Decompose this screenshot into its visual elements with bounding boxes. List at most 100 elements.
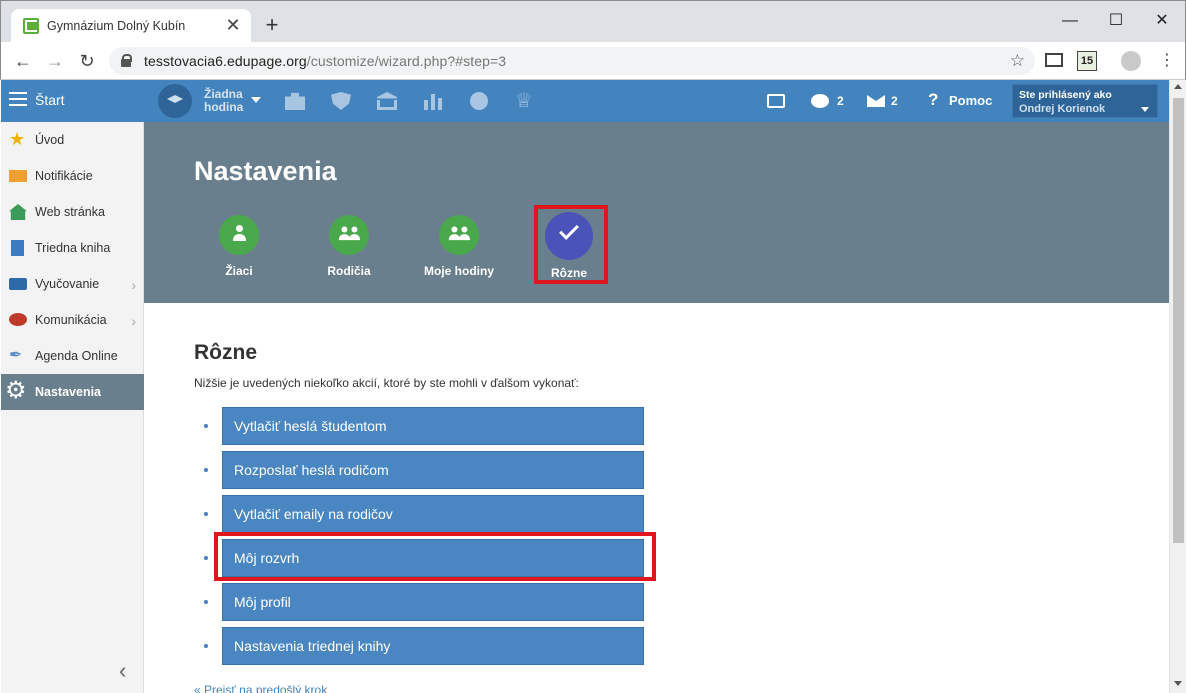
new-tab-button[interactable]: + xyxy=(261,14,283,36)
sidebar-item-label: Vyučovanie xyxy=(35,277,100,291)
house-icon xyxy=(9,204,27,220)
page-scrollbar[interactable] xyxy=(1169,80,1186,693)
lesson-label: Žiadna hodina xyxy=(204,88,243,114)
open-book-icon xyxy=(9,278,27,290)
browser-tab-bar: Gymnázium Dolný Kubín ✕ + — ☐ ✕ xyxy=(0,0,1186,43)
mail-icon xyxy=(9,170,27,182)
url-path: /customize/wizard.php?#step=3 xyxy=(306,53,507,69)
star-icon: ★ xyxy=(9,129,26,149)
sidebar-item-label: Web stránka xyxy=(35,205,105,219)
calendar-extension-icon[interactable]: 15 xyxy=(1077,51,1097,71)
previous-step-link[interactable]: « Prejsť na predošlý krok xyxy=(194,683,327,693)
section-description: Nižšie je uvedených niekoľko akcií, ktor… xyxy=(194,376,579,390)
forward-arrow-icon[interactable]: → xyxy=(43,50,67,72)
print-parent-emails-button[interactable]: Vytlačiť emaily na rodičov xyxy=(222,495,644,533)
step-circle xyxy=(439,215,479,255)
start-label[interactable]: Štart xyxy=(35,92,65,108)
browser-tab[interactable]: Gymnázium Dolný Kubín ✕ xyxy=(11,9,251,43)
step-label: Moje hodiny xyxy=(424,264,494,278)
action-highlight-frame xyxy=(214,532,656,581)
lock-icon[interactable] xyxy=(121,54,132,67)
screen-capture-icon[interactable] xyxy=(1045,53,1063,67)
chevron-down-icon xyxy=(1141,107,1149,112)
url-input[interactable]: tesstovacia6.edupage.org/customize/wizar… xyxy=(109,47,1035,75)
scroll-down-icon[interactable] xyxy=(1174,681,1182,686)
lesson-selector[interactable]: Žiadna hodina xyxy=(156,84,266,118)
sidebar-item-nastavenia[interactable]: ⚙ Nastavenia xyxy=(1,374,144,410)
parents-icon-second xyxy=(348,226,360,245)
help-button[interactable]: ? Pomoc xyxy=(928,91,998,110)
bar-chart-icon[interactable] xyxy=(423,92,443,110)
book-icon xyxy=(11,240,24,256)
reload-icon[interactable]: ↻ xyxy=(75,50,99,72)
user-name: Ondrej Korienok xyxy=(1019,103,1106,115)
mail-count: 2 xyxy=(891,94,898,108)
chat-button[interactable]: 2 xyxy=(811,92,851,110)
sidebar-item-triedna-kniha[interactable]: Triedna kniha xyxy=(1,230,144,266)
graduation-cap-icon xyxy=(158,84,192,118)
ball-icon[interactable] xyxy=(470,92,488,110)
sidebar-item-label: Komunikácia xyxy=(35,313,107,327)
gear-icon: ⚙ xyxy=(5,377,27,404)
bullet xyxy=(204,600,208,604)
browser-menu-icon[interactable]: ⋮ xyxy=(1159,51,1175,71)
shield-icon[interactable] xyxy=(331,92,351,110)
bullet xyxy=(204,424,208,428)
send-parent-passwords-button[interactable]: Rozposlať heslá rodičom xyxy=(222,451,644,489)
url-host: tesstovacia6.edupage.org xyxy=(144,53,307,69)
hamburger-menu-icon[interactable] xyxy=(9,92,29,108)
bullet xyxy=(204,644,208,648)
pen-icon: ✒ xyxy=(9,347,23,364)
step-rodicia[interactable]: Rodičia xyxy=(299,215,399,285)
window-close-icon[interactable]: ✕ xyxy=(1139,7,1185,35)
minimize-icon[interactable]: — xyxy=(1047,7,1093,35)
browser-address-bar: ← → ↻ tesstovacia6.edupage.org/customize… xyxy=(0,42,1186,80)
bookmark-star-icon[interactable]: ☆ xyxy=(1010,51,1025,71)
sidebar-item-agenda-online[interactable]: ✒ Agenda Online xyxy=(1,338,144,374)
step-label: Rodičia xyxy=(327,264,371,278)
sidebar-item-notifikacie[interactable]: Notifikácie xyxy=(1,158,144,194)
profile-avatar-icon[interactable] xyxy=(1121,51,1141,71)
cast-icon[interactable] xyxy=(767,92,789,110)
chevron-right-icon: › xyxy=(131,313,136,329)
list-item: Nastavenia triednej knihy xyxy=(204,627,644,665)
user-label: Ste prihlásený ako xyxy=(1019,89,1112,101)
briefcase-icon[interactable] xyxy=(285,92,305,110)
step-ziaci[interactable]: Žiaci xyxy=(189,215,289,285)
app-top-bar: Štart Žiadna hodina ♕ 2 2 ? Pomoc Ste pr… xyxy=(1,80,1169,122)
section-title: Rôzne xyxy=(194,341,257,364)
sidebar-item-komunikacia[interactable]: Komunikácia › xyxy=(1,302,144,338)
maximize-icon[interactable]: ☐ xyxy=(1093,7,1139,35)
institution-columns-icon xyxy=(377,100,397,110)
student-icon xyxy=(232,224,246,246)
list-item: Môj profil xyxy=(204,583,644,621)
chat-count: 2 xyxy=(837,94,844,108)
sidebar-collapse-icon[interactable]: ‹ xyxy=(119,658,126,684)
walking-person-icon[interactable]: ♕ xyxy=(514,91,534,111)
chevron-right-icon: › xyxy=(131,277,136,293)
mail-icon xyxy=(867,95,885,107)
scroll-up-icon[interactable] xyxy=(1174,84,1182,89)
sidebar-item-uvod[interactable]: ★ Úvod xyxy=(1,122,144,158)
sidebar-item-label: Úvod xyxy=(35,133,65,147)
print-student-passwords-button[interactable]: Vytlačiť heslá študentom xyxy=(222,407,644,445)
user-account-dropdown[interactable]: Ste prihlásený ako Ondrej Korienok xyxy=(1012,84,1158,118)
step-label: Žiaci xyxy=(225,264,253,278)
url-text: tesstovacia6.edupage.org/customize/wizar… xyxy=(144,53,506,69)
my-profile-button[interactable]: Môj profil xyxy=(222,583,644,621)
sidebar-item-vyucovanie[interactable]: Vyučovanie › xyxy=(1,266,144,302)
tab-close-icon[interactable]: ✕ xyxy=(223,15,243,35)
mail-button[interactable]: 2 xyxy=(867,92,907,110)
step-moje-hodiny[interactable]: Moje hodiny xyxy=(409,215,509,285)
sidebar-item-web-stranka[interactable]: Web stránka xyxy=(1,194,144,230)
tab-title: Gymnázium Dolný Kubín xyxy=(47,19,186,33)
step-circle xyxy=(329,215,369,255)
sidebar-item-label: Notifikácie xyxy=(35,169,93,183)
back-arrow-icon[interactable]: ← xyxy=(11,50,35,72)
scroll-thumb[interactable] xyxy=(1173,98,1184,543)
sidebar-item-label: Agenda Online xyxy=(35,349,118,363)
classbook-settings-button[interactable]: Nastavenia triednej knihy xyxy=(222,627,644,665)
list-item: Rozposlať heslá rodičom xyxy=(204,451,644,489)
sidebar-item-label: Nastavenia xyxy=(35,385,102,399)
page-title: Nastavenia xyxy=(194,156,337,186)
